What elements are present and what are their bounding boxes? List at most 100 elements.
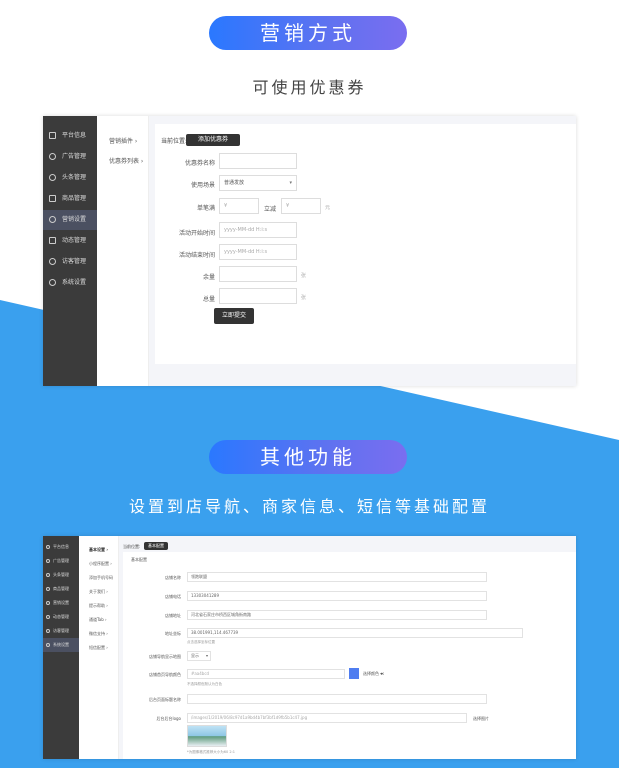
shop-phone-input[interactable]: 13303041289 <box>187 591 487 601</box>
field-label-coordinates: 地址坐标 <box>165 631 181 636</box>
comment-icon <box>49 237 56 244</box>
submenu-item-phone[interactable]: 添加手机号码 <box>89 575 113 581</box>
sidebar: 平台信息 广告管理 头条管理 商品管理 营销设置 动态管理 访客管理 系统设置 <box>43 536 79 759</box>
cart-icon <box>49 195 56 202</box>
sidebar-item-platform[interactable]: 平台信息 <box>43 540 79 554</box>
sidebar-item-visitors[interactable]: 访客管理 <box>43 624 79 638</box>
threshold-label: 单笔满 <box>196 205 215 212</box>
field-label-shop-phone: 店铺电话 <box>165 594 181 599</box>
shop-name-input[interactable]: 领跑联盟 <box>187 572 487 582</box>
submenu-item-help[interactable]: 提示帮助 › <box>89 603 108 609</box>
color-hint: 不选择颜色默认为白色 <box>187 682 222 686</box>
sidebar-item-products[interactable]: 商品管理 <box>43 582 79 596</box>
coupon-name-label: 优惠券名称 <box>184 160 215 167</box>
user-icon <box>49 258 56 265</box>
settings-panel: 基本配置 店铺名称 领跑联盟 店铺电话 13303041289 店铺地址 河北省… <box>123 552 576 759</box>
end-time-input[interactable]: yyyy-MM-dd H:i:s <box>219 244 297 260</box>
main-area: 当前位置: 添加优惠券 优惠券名称 使用场景 普通发放 ▾ 单笔满 ¥ 立减 ¥ … <box>149 116 576 386</box>
color-swatch[interactable] <box>349 668 359 679</box>
field-label-map-display: 店铺导航显示地图 <box>149 654 181 659</box>
coordinates-input[interactable]: 38.001991,114.467739 <box>187 628 523 638</box>
start-time-label: 活动开始时间 <box>178 230 215 237</box>
submenu: 基本设置 › 小程序配置 › 添加手机号码 关于我们 › 提示帮助 › 通道Ta… <box>79 536 119 759</box>
comment-icon <box>46 615 50 619</box>
map-display-select[interactable]: 显示 ▾ <box>187 651 211 661</box>
submenu-item-plugins[interactable]: 营销插件 › <box>109 136 137 145</box>
section-title-other: 其他功能 <box>209 440 407 474</box>
gear-icon <box>49 279 56 286</box>
total-unit: 张 <box>301 295 307 301</box>
breadcrumb: 当前位置: <box>123 544 141 549</box>
sidebar-item-headlines[interactable]: 头条管理 <box>43 568 79 582</box>
chevron-down-icon: ▾ <box>205 653 208 658</box>
logo-path-input[interactable]: /images/1/2019/06/8c97d1a9bd4b7bf3bf1d9f… <box>187 713 467 723</box>
compass-icon <box>49 174 56 181</box>
cart-icon <box>46 587 50 591</box>
submenu-item-about[interactable]: 关于我们 › <box>89 589 108 595</box>
remain-label: 余量 <box>202 274 215 281</box>
gift-icon <box>46 601 50 605</box>
admin-title-input[interactable] <box>187 694 487 704</box>
monitor-icon <box>46 545 50 549</box>
user-icon <box>46 629 50 633</box>
reduce-input[interactable]: ¥ <box>281 198 321 214</box>
field-label-logo: 后台后台logo <box>156 716 181 721</box>
choose-color-button[interactable]: 选择颜色 ▾ <box>363 671 382 677</box>
breadcrumb: 当前位置: <box>161 138 188 145</box>
field-label-shop-address: 店铺地址 <box>165 613 181 618</box>
section-subtitle-marketing: 可使用优惠券 <box>252 78 367 97</box>
sidebar: 平台信息 广告管理 头条管理 商品管理 营销设置 动态管理 访客管理 系统设置 <box>43 116 97 386</box>
nav-color-input[interactable]: #aa4bcd <box>187 669 345 679</box>
field-label-nav-color: 店铺首页导航颜色 <box>149 672 181 677</box>
sidebar-item-products[interactable]: 商品管理 <box>43 189 97 209</box>
sidebar-item-ads[interactable]: 广告管理 <box>43 554 79 568</box>
reduce-label: 立减 <box>264 206 277 213</box>
end-time-label: 活动结束时间 <box>178 252 215 259</box>
sidebar-item-system[interactable]: 系统设置 <box>43 638 79 652</box>
submenu-item-coupons[interactable]: 优惠券列表 › <box>109 156 143 165</box>
remain-unit: 张 <box>301 273 307 279</box>
yuan-unit: 元 <box>325 205 331 211</box>
sidebar-item-platform[interactable]: 平台信息 <box>43 126 97 146</box>
shop-address-input[interactable]: 河北省石家庄市桥西区城角街南路 <box>187 610 487 620</box>
submit-button[interactable]: 立即提交 <box>214 308 254 324</box>
sidebar-item-system[interactable]: 系统设置 <box>43 273 97 293</box>
sidebar-item-dynamics[interactable]: 动态管理 <box>43 231 97 251</box>
add-coupon-tab[interactable]: 添加优惠券 <box>186 134 240 146</box>
marketing-screenshot: 平台信息 广告管理 头条管理 商品管理 营销设置 动态管理 访客管理 系统设置 … <box>43 116 576 386</box>
threshold-input[interactable]: ¥ <box>219 198 259 214</box>
coupon-name-input[interactable] <box>219 153 297 169</box>
submenu-item-tab[interactable]: 通道Tab › <box>89 617 107 623</box>
submenu-item-sms[interactable]: 短信配置 › <box>89 645 108 651</box>
submenu-item-miniapp[interactable]: 小程序配置 › <box>89 561 112 567</box>
field-label-shop-name: 店铺名称 <box>165 575 181 580</box>
target-icon <box>46 559 50 563</box>
logo-hint: *为图像格式推荐大小为60 2:1 <box>187 750 235 754</box>
chevron-down-icon: ▾ <box>289 180 292 186</box>
submenu-item-basic[interactable]: 基本设置 › <box>89 547 108 553</box>
section-subtitle-other: 设置到店导航、商家信息、短信等基础配置 <box>128 497 490 516</box>
logo-preview-image <box>187 725 227 747</box>
sidebar-item-headlines[interactable]: 头条管理 <box>43 168 97 188</box>
scene-label: 使用场景 <box>190 182 215 189</box>
compass-icon <box>46 573 50 577</box>
close-icon[interactable]: × <box>381 671 384 676</box>
remain-input[interactable] <box>219 266 297 282</box>
start-time-input[interactable]: yyyy-MM-dd H:i:s <box>219 222 297 238</box>
form-panel: 当前位置: 添加优惠券 优惠券名称 使用场景 普通发放 ▾ 单笔满 ¥ 立减 ¥ … <box>155 124 576 364</box>
sidebar-item-visitors[interactable]: 访客管理 <box>43 252 97 272</box>
target-icon <box>49 153 56 160</box>
sidebar-item-dynamics[interactable]: 动态管理 <box>43 610 79 624</box>
sidebar-item-marketing[interactable]: 营销设置 <box>43 596 79 610</box>
submenu-item-wechat[interactable]: 微信支持 › <box>89 631 108 637</box>
gift-icon <box>49 216 56 223</box>
monitor-icon <box>49 132 56 139</box>
scene-select[interactable]: 普通发放 ▾ <box>219 175 297 191</box>
gear-icon <box>46 643 50 647</box>
choose-image-button[interactable]: 选择图片 <box>473 716 489 722</box>
sidebar-item-ads[interactable]: 广告管理 <box>43 147 97 167</box>
basic-config-tab[interactable]: 基本配置 <box>144 542 168 550</box>
total-label: 总量 <box>202 296 215 303</box>
sidebar-item-marketing[interactable]: 营销设置 <box>43 210 97 230</box>
total-input[interactable] <box>219 288 297 304</box>
